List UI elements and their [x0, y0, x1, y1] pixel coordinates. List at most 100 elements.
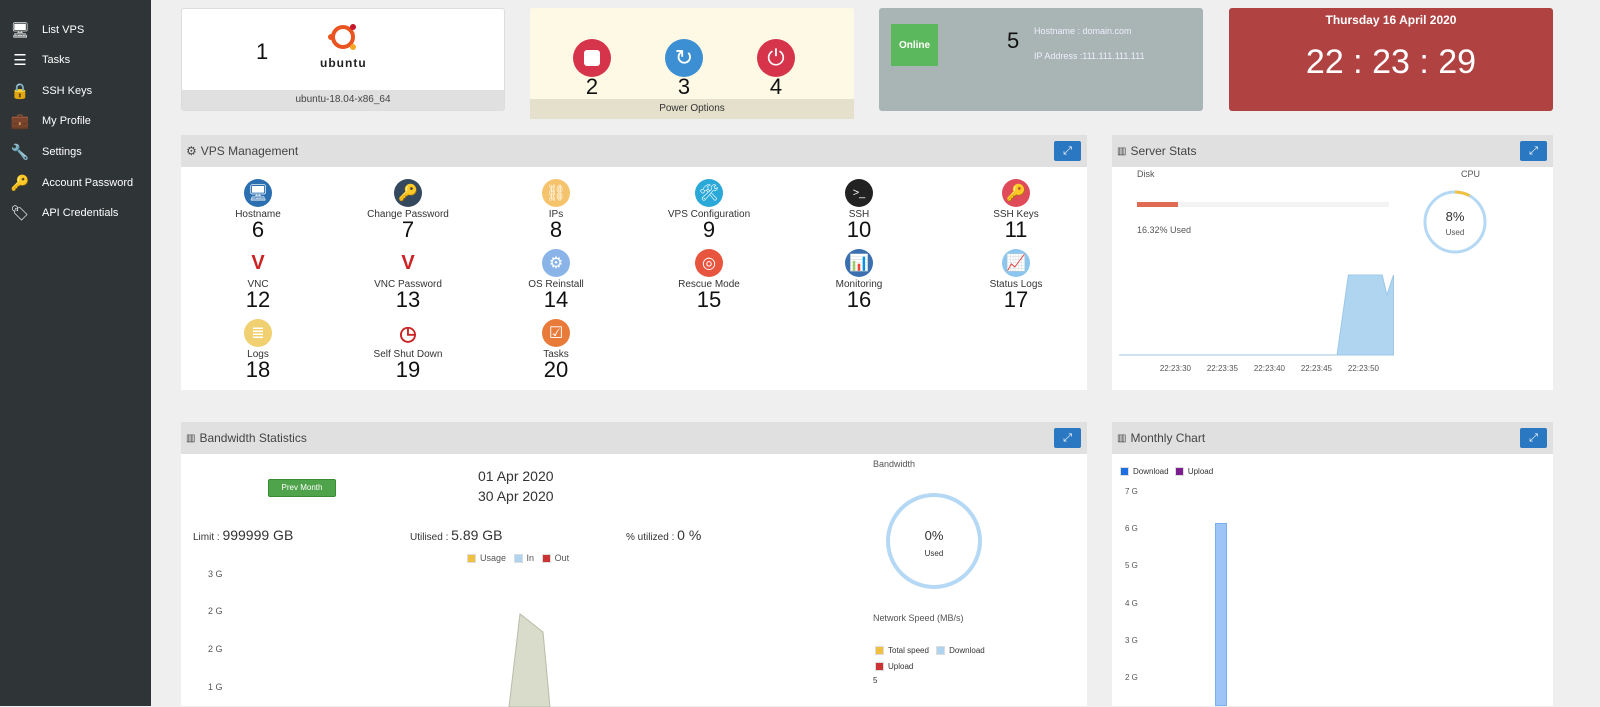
sidebar-item-api-credentials[interactable]: 🏷 API Credentials: [10, 200, 118, 226]
power-button[interactable]: ⏻ 4: [756, 39, 796, 99]
disk-label: Disk: [1137, 169, 1155, 179]
tool-ssh-keys[interactable]: 🔑 SSH Keys 11: [946, 179, 1086, 242]
tool-number: 18: [245, 357, 271, 382]
expand-icon: ⤢: [1063, 144, 1072, 157]
stop-button[interactable]: 2: [572, 39, 612, 99]
x-tick-label: 22:23:35: [1207, 364, 1239, 373]
terminal-icon: >_: [845, 179, 873, 207]
key-icon: 🔑: [10, 175, 30, 192]
wrench-icon: 🛠: [695, 179, 723, 207]
sidebar-item-list-vps[interactable]: 🖥 List VPS: [10, 17, 84, 43]
x-tick-label: 22:23:50: [1348, 364, 1380, 373]
tool-self-shut-down[interactable]: ◷ Self Shut Down 19: [338, 319, 478, 381]
legend-label: Upload: [1187, 467, 1214, 476]
tool-vnc[interactable]: V VNC 12: [188, 249, 328, 311]
sidebar-label: API Credentials: [42, 207, 119, 219]
tool-vps-configuration[interactable]: 🛠 VPS Configuration 9: [639, 179, 779, 242]
card-number: 5: [1007, 28, 1020, 53]
tool-status-logs[interactable]: 📈 Status Logs 17: [946, 249, 1086, 311]
tool-number: 15: [696, 287, 722, 312]
wrench-icon: 🔧: [10, 144, 30, 161]
end-date: 30 Apr 2020: [478, 488, 554, 504]
y-tick: 6 G: [1125, 524, 1138, 534]
legend-swatch: [541, 554, 551, 564]
sidebar-item-settings[interactable]: 🔧 Settings: [10, 139, 82, 165]
y-tick: 5 G: [1125, 561, 1138, 571]
tool-change-password[interactable]: 🔑 Change Password 7: [338, 179, 478, 242]
tool-number: 10: [846, 217, 872, 242]
tool-number: 11: [1004, 217, 1028, 242]
legend-label: Usage: [480, 553, 507, 563]
panel-title: VPS Management: [200, 144, 299, 158]
restart-button[interactable]: ↻ 3: [664, 39, 704, 98]
power-card: 2 ↻ 3 ⏻ 4 Power Options: [530, 8, 854, 119]
expand-button[interactable]: ⤢: [1520, 428, 1547, 448]
tool-rescue-mode[interactable]: ◎ Rescue Mode 15: [639, 249, 779, 312]
sidebar-item-tasks[interactable]: ☰ Tasks: [10, 47, 70, 73]
limit-value: 999999 GB: [222, 527, 294, 543]
legend-swatch: [513, 554, 523, 564]
y-tick: 7 G: [1125, 487, 1138, 496]
y-tick: 3 G: [208, 569, 223, 579]
key-icon: 🔑: [394, 179, 422, 207]
y-tick: 2 G: [1125, 673, 1138, 682]
monitor-icon: 🖥: [10, 22, 30, 39]
legend-swatch: [1174, 467, 1184, 477]
button-number: 2: [585, 74, 599, 99]
expand-icon: ⤢: [1063, 431, 1072, 444]
cpu-percent: 8%: [1445, 209, 1465, 224]
tool-ips[interactable]: ⛓ IPs 8: [486, 179, 626, 241]
bar-chart-icon: ▥: [1117, 432, 1127, 444]
ubuntu-logo-icon: [328, 24, 356, 50]
ubuntu-logo-text: ubuntu: [320, 56, 367, 70]
legend-label: Upload: [888, 662, 914, 671]
tool-ssh[interactable]: >_ SSH 10: [789, 179, 929, 242]
tool-tasks[interactable]: ☑ Tasks 20: [486, 319, 626, 381]
server-stats-panel: ▥ Server Stats ⤢ Disk 16.32% Used CPU 8% …: [1112, 135, 1553, 390]
tool-number: 7: [401, 217, 415, 242]
stop-icon: [584, 50, 600, 66]
tool-vnc-password[interactable]: V VNC Password 13: [338, 249, 478, 311]
bandwidth-gauge-used: Used: [924, 549, 944, 558]
tool-number: 14: [543, 287, 569, 312]
tool-logs[interactable]: ≣ Logs 18: [188, 319, 328, 382]
sidebar-item-ssh-keys[interactable]: 🔒 SSH Keys: [10, 78, 92, 104]
timer-icon: ◷: [394, 319, 422, 347]
monitoring-icon: 📊: [845, 249, 873, 277]
status-logs-icon: 📈: [1002, 249, 1030, 277]
sidebar-label: Tasks: [42, 54, 71, 66]
x-tick-label: 22:23:30: [1160, 364, 1192, 373]
legend-label: In: [526, 553, 535, 563]
bar-chart-icon: ▥: [1117, 145, 1127, 157]
speed-legend: Total speed Download Upload: [875, 643, 1025, 675]
expand-button[interactable]: ⤢: [1520, 141, 1547, 161]
restart-icon: ↻: [665, 39, 703, 77]
y-tick: 3 G: [1125, 635, 1138, 645]
cpu-used-label: Used: [1445, 228, 1465, 237]
limit-stat: Limit : 999999 GB: [193, 527, 293, 543]
prev-month-button[interactable]: Prev Month: [268, 479, 336, 497]
bar-chart-icon: ▥: [186, 432, 196, 444]
tool-number: 16: [846, 287, 872, 312]
sidebar-item-my-profile[interactable]: 💼 My Profile: [10, 108, 91, 134]
x-tick-label: 22:23:40: [1254, 364, 1286, 373]
monitor-icon: 🖥: [244, 179, 272, 207]
panel-title: Monthly Chart: [1130, 431, 1206, 445]
expand-button[interactable]: ⤢: [1054, 141, 1081, 161]
sidebar-label: List VPS: [42, 24, 85, 36]
tool-monitoring[interactable]: 📊 Monitoring 16: [789, 249, 929, 312]
vnc-password-icon: V: [394, 249, 422, 277]
pct-value: 0 %: [677, 527, 702, 543]
expand-button[interactable]: ⤢: [1054, 428, 1081, 448]
button-number: 4: [769, 74, 783, 99]
tool-number: 9: [702, 217, 716, 242]
os-name: ubuntu-18.04-x86_64: [182, 90, 504, 110]
tool-hostname[interactable]: 🖥 Hostname 6: [188, 179, 328, 242]
power-icon: ⏻: [757, 39, 795, 77]
sidebar-label: Settings: [42, 146, 82, 158]
sidebar-item-account-password[interactable]: 🔑 Account Password: [10, 170, 133, 196]
tool-os-reinstall[interactable]: ⚙ OS Reinstall 14: [486, 249, 626, 312]
server-stats-chart: 22:23:30 22:23:35 22:23:40 22:23:45 22:23:50: [1119, 274, 1394, 373]
date-text: Thursday 16 April 2020: [1325, 13, 1457, 27]
tool-number: 6: [251, 217, 265, 242]
